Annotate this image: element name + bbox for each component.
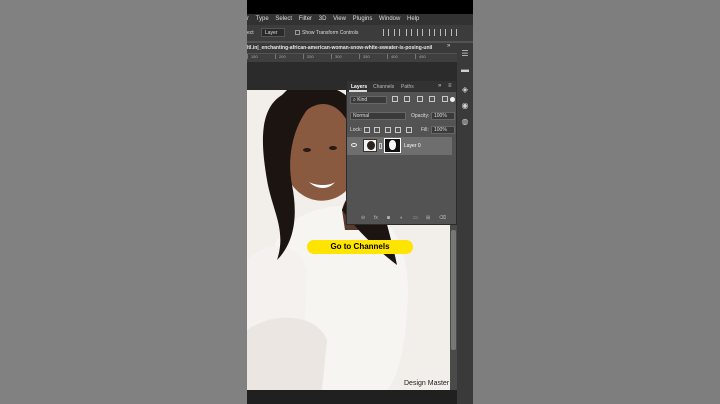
new-layer-icon[interactable]: ⊞: [426, 215, 430, 221]
panel-tab-bar: Layers Channels Paths » ≡: [347, 81, 456, 92]
adjustment-icon[interactable]: ◐: [400, 215, 403, 221]
lock-transparent-icon[interactable]: [364, 127, 370, 133]
blurred-left-margin: [0, 0, 247, 404]
watermark: Design Master: [404, 380, 450, 387]
smart-object-filter-icon[interactable]: [441, 96, 448, 102]
fill-label: Fill:: [421, 127, 429, 133]
scrollbar-thumb[interactable]: [451, 230, 456, 350]
align-buttons: [383, 29, 461, 38]
menu-item-type[interactable]: Type: [256, 14, 269, 25]
ruler-tick: 350: [359, 54, 387, 59]
lock-image-icon[interactable]: [374, 127, 381, 133]
lock-icons: [364, 127, 415, 135]
lock-all-icon[interactable]: [405, 127, 412, 133]
adjustment-filter-icon[interactable]: [404, 96, 411, 102]
ruler-tick: 250: [303, 54, 331, 59]
panel-menu-icon[interactable]: ≡: [448, 83, 452, 89]
filter-type-icons: [392, 96, 453, 104]
layer-thumbnail[interactable]: [363, 139, 377, 152]
ruler-tick: 450: [415, 54, 443, 59]
menu-item-3d[interactable]: 3D: [319, 14, 327, 25]
align-left-icon[interactable]: [383, 29, 389, 36]
document-tab[interactable]: ltl.in|_enchanting-african-american-woma…: [247, 43, 457, 53]
kind-filter-dropdown[interactable]: ⌕ Kind: [350, 96, 387, 104]
layer-mask-thumbnail[interactable]: [384, 138, 401, 153]
collapse-icon[interactable]: »: [438, 83, 441, 89]
blend-row: Normal Opacity: 100%: [347, 112, 456, 122]
align-top-icon[interactable]: [417, 29, 424, 36]
instruction-caption: Go to Channels: [307, 240, 413, 254]
blurred-right-margin: [473, 0, 720, 404]
align-bottom-icon[interactable]: [439, 29, 446, 36]
lock-position-icon[interactable]: [384, 127, 391, 133]
ruler-tick: 200: [275, 54, 303, 59]
menu-item-filter[interactable]: Filter: [299, 14, 312, 25]
active-tab-indicator: [349, 90, 367, 92]
menu-item-view[interactable]: View: [333, 14, 346, 25]
history-icon[interactable]: ☰: [460, 49, 470, 59]
align-center-icon[interactable]: [394, 29, 401, 36]
menu-bar: r Type Select Filter 3D View Plugins Win…: [247, 14, 473, 25]
panel-dock: ☰ ▬ ◈ ◉ ◍: [457, 43, 473, 404]
menu-item-window[interactable]: Window: [379, 14, 400, 25]
shape-filter-icon[interactable]: [429, 96, 436, 102]
filter-toggle-icon[interactable]: [450, 97, 455, 102]
fx-icon[interactable]: fx: [374, 215, 378, 221]
menu-item-edit[interactable]: r: [247, 14, 249, 25]
opacity-field[interactable]: 100%: [431, 112, 455, 120]
show-transform-checkbox[interactable]: [295, 30, 300, 35]
type-filter-icon[interactable]: [416, 96, 423, 102]
kind-filter-label: Kind: [357, 97, 368, 103]
tab-paths[interactable]: Paths: [401, 84, 414, 90]
chain-icon[interactable]: [379, 143, 382, 149]
ruler-tick: 150: [247, 54, 275, 59]
link-icon[interactable]: ⊖: [361, 215, 365, 221]
trash-icon[interactable]: ⌫: [439, 215, 446, 221]
comment-icon[interactable]: ▬: [460, 65, 470, 75]
photoshop-window: r Type Select Filter 3D View Plugins Win…: [247, 0, 473, 404]
mask-icon[interactable]: ◙: [387, 215, 390, 221]
auto-select-dropdown[interactable]: Layer: [261, 28, 285, 37]
options-bar: ect Layer Show Transform Controls: [247, 25, 473, 41]
lock-label: Lock:: [350, 127, 362, 133]
blend-mode-dropdown[interactable]: Normal: [350, 112, 406, 120]
layer-name[interactable]: Layer 0: [404, 143, 421, 149]
layers-panel: Layers Channels Paths » ≡ ⌕ Kind Normal …: [346, 80, 457, 225]
distribute-icon[interactable]: [451, 29, 458, 36]
title-bar: [247, 0, 473, 14]
pixel-filter-icon[interactable]: [392, 96, 398, 102]
ruler-tick: 400: [387, 54, 415, 59]
align-middle-icon[interactable]: [428, 29, 435, 36]
opacity-label: Opacity:: [411, 113, 430, 119]
horizontal-ruler: 150 200 250 300 350 400 450: [247, 54, 457, 62]
lock-artboard-icon[interactable]: [395, 127, 402, 133]
eye-icon[interactable]: [351, 143, 357, 147]
layers-icon[interactable]: ◈: [460, 85, 470, 95]
paths-icon[interactable]: ◍: [460, 117, 470, 127]
menu-item-plugins[interactable]: Plugins: [353, 14, 373, 25]
layer-row[interactable]: Layer 0: [347, 137, 452, 155]
menu-item-select[interactable]: Select: [275, 14, 292, 25]
auto-select-label: ect: [247, 30, 254, 36]
show-transform-label: Show Transform Controls: [302, 30, 359, 36]
lock-row: Lock: Fill: 100%: [347, 126, 456, 136]
menu-item-help[interactable]: Help: [407, 14, 419, 25]
align-right-icon[interactable]: [405, 29, 412, 36]
status-area: [247, 390, 457, 404]
layer-filter-row: ⌕ Kind: [347, 95, 456, 105]
group-icon[interactable]: ▭: [413, 215, 418, 221]
channels-icon[interactable]: ◉: [460, 101, 470, 111]
tabs-overflow-icon[interactable]: »: [447, 43, 450, 49]
panel-footer: ⊖ fx ◙ ◐ ▭ ⊞ ⌫: [347, 214, 456, 224]
tab-channels[interactable]: Channels: [373, 84, 394, 90]
fill-field[interactable]: 100%: [431, 126, 455, 134]
ruler-tick: 300: [331, 54, 359, 59]
